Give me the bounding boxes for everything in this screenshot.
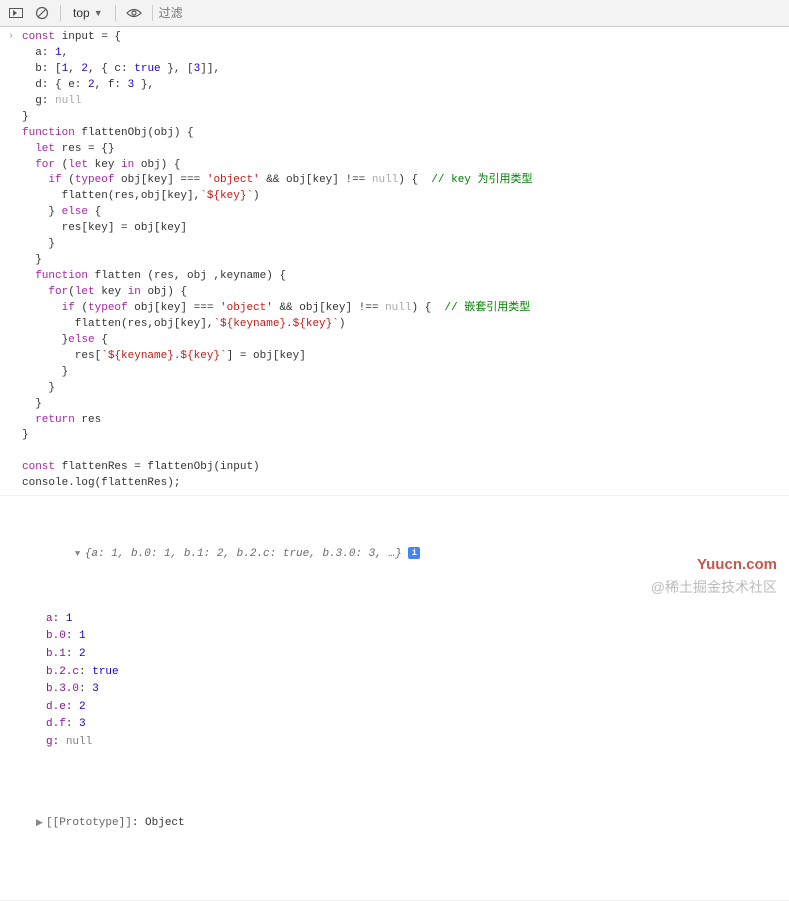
proto-value: Object xyxy=(145,817,185,829)
execute-icon[interactable] xyxy=(4,2,28,24)
separator xyxy=(115,5,116,21)
chevron-down-icon: ▼ xyxy=(94,8,103,18)
separator xyxy=(152,5,153,21)
eye-icon[interactable] xyxy=(122,2,146,24)
console-toolbar: top ▼ xyxy=(0,0,789,27)
prototype-row[interactable]: ▶[[Prototype]]: Object xyxy=(36,815,789,833)
expand-triangle-icon[interactable]: ▼ xyxy=(75,548,85,561)
property-row[interactable]: b.2.c: true xyxy=(36,664,789,682)
separator xyxy=(60,5,61,21)
property-row[interactable]: b.0: 1 xyxy=(36,628,789,646)
context-selector[interactable]: top ▼ xyxy=(67,6,109,20)
console-input-message: › const input = { a: 1, b: [1, 2, { c: t… xyxy=(0,27,789,496)
object-summary: {a: 1, b.0: 1, b.1: 2, b.2.c: true, b.3.… xyxy=(85,548,402,560)
watermark: Yuucn.com xyxy=(697,556,777,573)
property-row[interactable]: d.e: 2 xyxy=(36,699,789,717)
clear-console-icon[interactable] xyxy=(30,2,54,24)
logged-object[interactable]: ▼{a: 1, b.0: 1, b.1: 2, b.2.c: true, b.3… xyxy=(22,499,789,896)
info-icon[interactable]: i xyxy=(408,547,420,559)
input-marker: › xyxy=(0,30,22,492)
expand-triangle-icon[interactable]: ▶ xyxy=(36,816,46,830)
gutter xyxy=(0,499,22,896)
filter-input[interactable] xyxy=(159,6,785,20)
property-list: a: 1b.0: 1b.1: 2b.2.c: trueb.3.0: 3d.e: … xyxy=(22,611,789,752)
context-label: top xyxy=(73,6,90,20)
property-row[interactable]: b.3.0: 3 xyxy=(36,681,789,699)
console-log-message: ▼{a: 1, b.0: 1, b.1: 2, b.2.c: true, b.3… xyxy=(0,496,789,900)
watermark: @稀土掘金技术社区 xyxy=(651,577,777,597)
property-row[interactable]: d.f: 3 xyxy=(36,716,789,734)
property-row[interactable]: a: 1 xyxy=(36,611,789,629)
console-output: › const input = { a: 1, b: [1, 2, { c: t… xyxy=(0,27,789,901)
property-row[interactable]: g: null xyxy=(36,734,789,752)
code-block[interactable]: const input = { a: 1, b: [1, 2, { c: tru… xyxy=(22,30,789,492)
proto-key: [[Prototype]] xyxy=(46,817,132,829)
property-row[interactable]: b.1: 2 xyxy=(36,646,789,664)
